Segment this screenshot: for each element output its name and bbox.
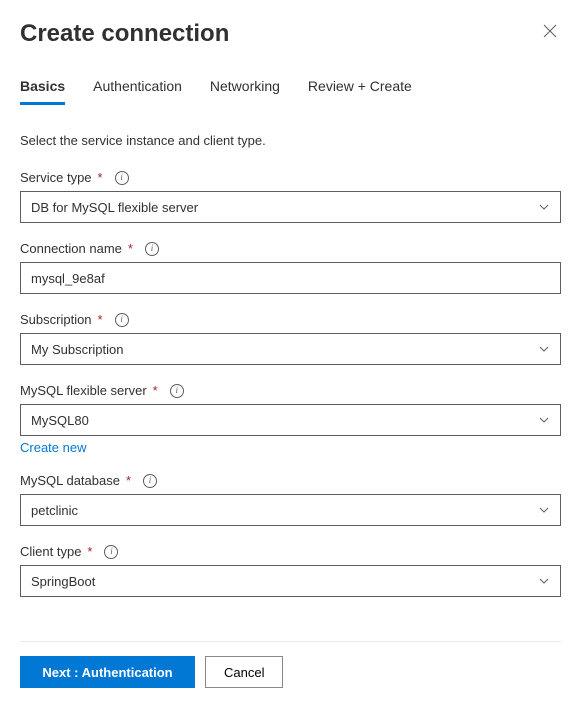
intro-text: Select the service instance and client t…: [20, 133, 561, 148]
select-service-type[interactable]: DB for MySQL flexible server: [20, 191, 561, 223]
select-database[interactable]: petclinic: [20, 494, 561, 526]
required-marker: *: [98, 170, 103, 185]
info-icon[interactable]: i: [115, 171, 129, 185]
input-connection-name-wrap: [20, 262, 561, 294]
input-connection-name[interactable]: [31, 271, 550, 286]
field-connection-name: Connection name * i: [20, 241, 561, 294]
field-database: MySQL database * i petclinic: [20, 473, 561, 526]
footer: Next : Authentication Cancel: [20, 641, 561, 702]
select-client-type[interactable]: SpringBoot: [20, 565, 561, 597]
select-value: petclinic: [31, 503, 78, 518]
field-service-type: Service type * i DB for MySQL flexible s…: [20, 170, 561, 223]
field-flex-server: MySQL flexible server * i MySQL80 Create…: [20, 383, 561, 455]
field-client-type: Client type * i SpringBoot: [20, 544, 561, 597]
info-icon[interactable]: i: [115, 313, 129, 327]
label-client-type: Client type: [20, 544, 81, 559]
tab-review-create[interactable]: Review + Create: [308, 78, 412, 105]
required-marker: *: [153, 383, 158, 398]
create-new-link[interactable]: Create new: [20, 440, 86, 455]
next-button[interactable]: Next : Authentication: [20, 656, 195, 688]
select-value: SpringBoot: [31, 574, 95, 589]
label-database: MySQL database: [20, 473, 120, 488]
label-service-type: Service type: [20, 170, 92, 185]
chevron-down-icon: [538, 414, 550, 426]
info-icon[interactable]: i: [143, 474, 157, 488]
chevron-down-icon: [538, 504, 550, 516]
select-value: MySQL80: [31, 413, 89, 428]
tab-authentication[interactable]: Authentication: [93, 78, 182, 105]
select-subscription[interactable]: My Subscription: [20, 333, 561, 365]
chevron-down-icon: [538, 575, 550, 587]
info-icon[interactable]: i: [145, 242, 159, 256]
tab-bar: Basics Authentication Networking Review …: [20, 78, 561, 105]
select-value: DB for MySQL flexible server: [31, 200, 198, 215]
select-flex-server[interactable]: MySQL80: [20, 404, 561, 436]
close-icon: [543, 24, 557, 38]
page-title: Create connection: [20, 20, 229, 48]
label-flex-server: MySQL flexible server: [20, 383, 147, 398]
label-subscription: Subscription: [20, 312, 92, 327]
close-button[interactable]: [539, 20, 561, 46]
tab-basics[interactable]: Basics: [20, 78, 65, 105]
required-marker: *: [87, 544, 92, 559]
required-marker: *: [128, 241, 133, 256]
chevron-down-icon: [538, 343, 550, 355]
label-connection-name: Connection name: [20, 241, 122, 256]
cancel-button[interactable]: Cancel: [205, 656, 283, 688]
field-subscription: Subscription * i My Subscription: [20, 312, 561, 365]
tab-networking[interactable]: Networking: [210, 78, 280, 105]
chevron-down-icon: [538, 201, 550, 213]
info-icon[interactable]: i: [104, 545, 118, 559]
required-marker: *: [126, 473, 131, 488]
select-value: My Subscription: [31, 342, 123, 357]
form-body: Select the service instance and client t…: [20, 133, 561, 641]
required-marker: *: [98, 312, 103, 327]
info-icon[interactable]: i: [170, 384, 184, 398]
